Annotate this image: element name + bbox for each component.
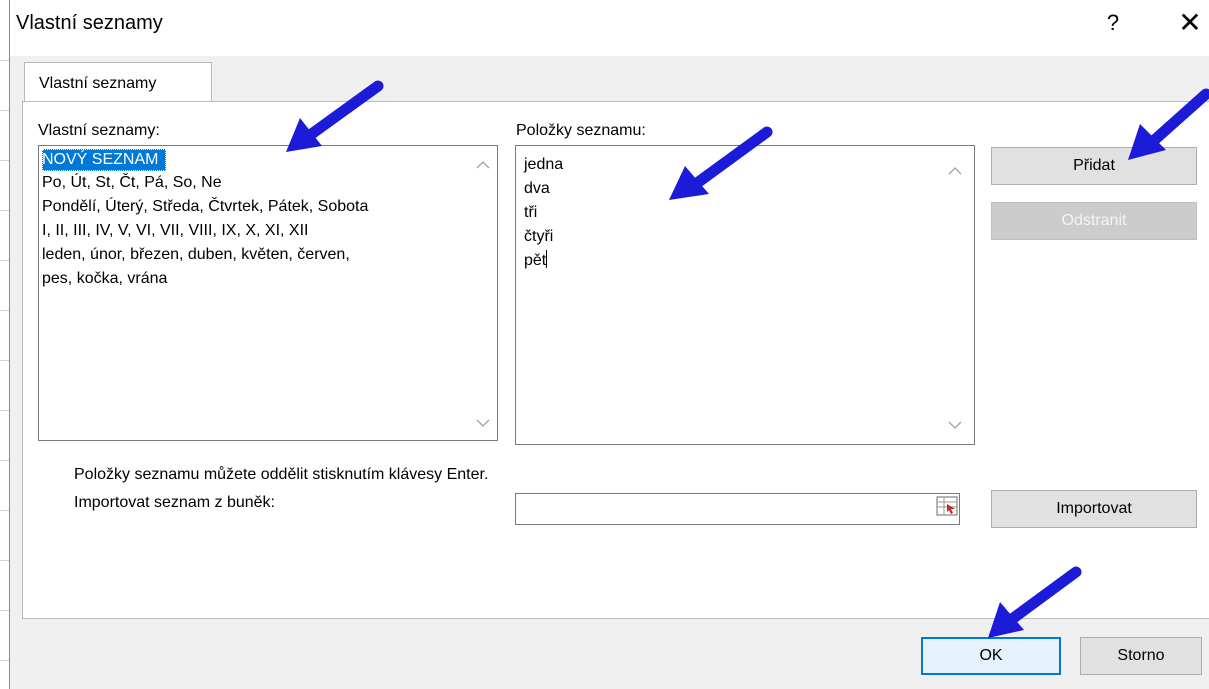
chevron-up-icon[interactable] bbox=[474, 156, 492, 174]
hint-text: Položky seznamu můžete oddělit stisknutí… bbox=[74, 466, 489, 483]
custom-lists-label: Vlastní seznamy: bbox=[38, 122, 160, 139]
tab-custom-lists[interactable]: Vlastní seznamy bbox=[24, 62, 212, 103]
entry-line: pět bbox=[524, 252, 547, 269]
listbox-scrollbar[interactable] bbox=[471, 146, 497, 440]
chevron-down-icon[interactable] bbox=[474, 414, 492, 432]
list-entries-label: Položky seznamu: bbox=[516, 122, 646, 139]
list-item[interactable]: Pondělí, Úterý, Středa, Čtvrtek, Pátek, … bbox=[42, 196, 368, 218]
import-button[interactable]: Importovat bbox=[991, 490, 1197, 528]
remove-button[interactable]: Odstranit bbox=[991, 202, 1197, 240]
entry-line: tři bbox=[524, 204, 538, 221]
help-button[interactable]: ? bbox=[1098, 10, 1128, 36]
entry-line-last: pět bbox=[524, 250, 548, 272]
list-item[interactable]: NOVÝ SEZNAM bbox=[42, 149, 167, 171]
custom-lists-listbox[interactable]: NOVÝ SEZNAM Po, Út, St, Čt, Pá, So, Ne P… bbox=[38, 145, 498, 441]
import-label: Importovat seznam z buněk: bbox=[74, 494, 275, 511]
arrow-icon bbox=[988, 566, 1082, 638]
dialog-title: Vlastní seznamy bbox=[16, 12, 163, 34]
list-item[interactable]: I, II, III, IV, V, VI, VII, VIII, IX, X,… bbox=[42, 220, 308, 242]
entry-line: jedna bbox=[524, 156, 564, 173]
entry-line: čtyři bbox=[524, 228, 554, 245]
text-caret bbox=[546, 250, 548, 268]
chevron-down-icon[interactable] bbox=[946, 416, 964, 434]
ok-button[interactable]: OK bbox=[921, 637, 1061, 675]
arrow-icon bbox=[286, 80, 384, 152]
chevron-up-icon[interactable] bbox=[946, 162, 964, 180]
arrow-icon bbox=[669, 126, 773, 200]
spreadsheet-edge bbox=[0, 0, 10, 689]
close-button[interactable]: ✕ bbox=[1172, 6, 1208, 39]
dialog-titlebar: Vlastní seznamy ? ✕ bbox=[10, 0, 1209, 56]
cancel-button[interactable]: Storno bbox=[1080, 637, 1202, 675]
range-select-icon[interactable] bbox=[936, 496, 958, 516]
list-item[interactable]: Po, Út, St, Čt, Pá, So, Ne bbox=[42, 172, 222, 194]
entry-line: dva bbox=[524, 180, 550, 197]
tab-label: Vlastní seznamy bbox=[39, 75, 157, 92]
import-range-input[interactable] bbox=[515, 493, 960, 525]
arrow-icon bbox=[1128, 88, 1209, 160]
list-item[interactable]: leden, únor, březen, duben, květen, červ… bbox=[42, 244, 350, 266]
list-item[interactable]: pes, kočka, vrána bbox=[42, 268, 167, 290]
